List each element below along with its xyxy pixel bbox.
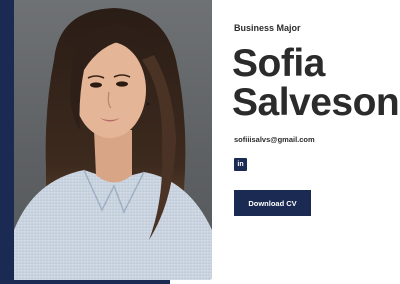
profile-page: Business Major Sofia Salveson sofiiisalv… (0, 0, 400, 284)
profile-subtitle: Business Major (234, 23, 301, 33)
accent-frame-left (0, 0, 14, 284)
linkedin-icon-glyph: in (237, 161, 244, 168)
accent-frame-bottom (0, 280, 170, 284)
profile-photo (14, 0, 212, 280)
first-name: Sofia (232, 42, 325, 85)
profile-name: Sofia Salveson (232, 42, 400, 124)
portrait-illustration (14, 8, 212, 280)
email-link[interactable]: sofiiisalvs@gmail.com (234, 135, 315, 144)
last-name: Salveson (232, 81, 400, 124)
profile-details: Business Major Sofia Salveson sofiiisalv… (232, 0, 400, 284)
download-cv-button[interactable]: Download CV (234, 190, 311, 216)
linkedin-icon[interactable]: in (234, 158, 247, 171)
